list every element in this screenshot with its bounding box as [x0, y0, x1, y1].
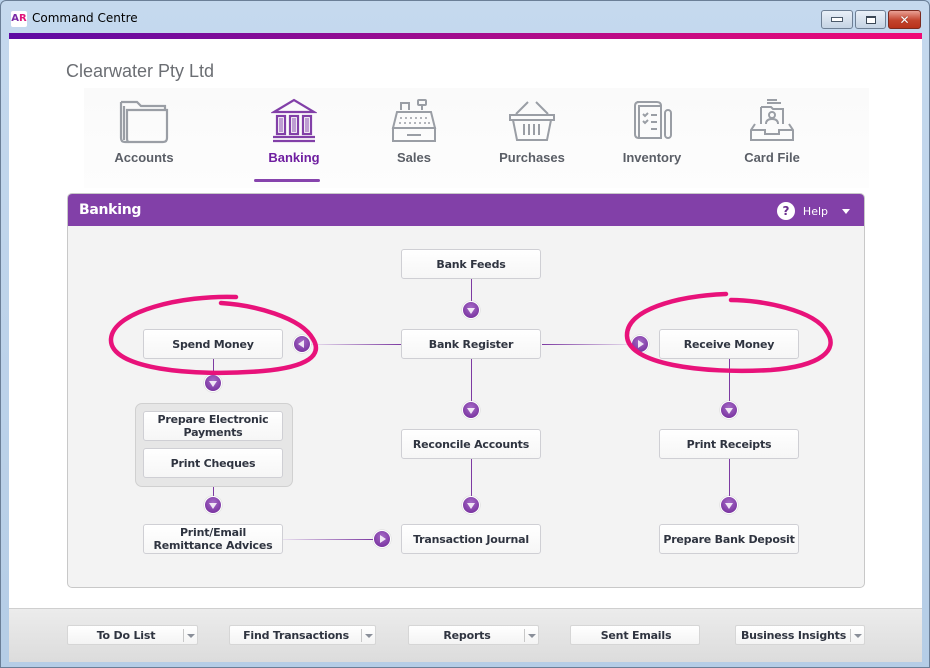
business-insights-button[interactable]: Business Insights	[735, 625, 865, 645]
arrow-left-icon	[293, 335, 311, 353]
arrow-down-icon	[720, 401, 738, 419]
bank-feeds-button[interactable]: Bank Feeds	[401, 249, 541, 279]
connector-line	[471, 278, 472, 303]
arrow-right-icon	[373, 530, 391, 548]
client-area: Clearwater Pty Ltd Accounts	[9, 33, 922, 661]
connector-line	[283, 539, 373, 540]
nav-item-purchases[interactable]: Purchases	[472, 98, 592, 190]
bottom-toolbar: To Do List Find Transactions Reports Sen…	[9, 608, 922, 662]
arrow-right-icon	[631, 335, 649, 353]
spend-money-button[interactable]: Spend Money	[143, 329, 283, 359]
nav-item-card-file[interactable]: Card File	[712, 98, 832, 190]
reports-label: Reports	[409, 629, 525, 642]
nav-label-purchases: Purchases	[472, 150, 592, 165]
to-do-list-button[interactable]: To Do List	[67, 625, 198, 645]
dropdown-caret-icon[interactable]	[854, 634, 862, 638]
prepare-electronic-payments-button[interactable]: Prepare Electronic Payments	[143, 411, 283, 441]
app-logo-letter-r: R	[19, 13, 27, 24]
command-centre-window: AR Command Centre ✕ Clearwater Pty Ltd A…	[0, 0, 930, 668]
arrow-down-icon	[462, 301, 480, 319]
checklist-icon	[629, 98, 675, 144]
reports-button[interactable]: Reports	[408, 625, 539, 645]
connector-line	[471, 459, 472, 497]
prepare-bank-deposit-button[interactable]: Prepare Bank Deposit	[659, 524, 799, 554]
arrow-down-icon	[720, 496, 738, 514]
to-do-list-label: To Do List	[68, 629, 184, 642]
nav-label-accounts: Accounts	[84, 150, 204, 165]
minimize-button[interactable]	[821, 10, 853, 29]
maximize-button[interactable]	[855, 10, 886, 29]
nav-item-inventory[interactable]: Inventory	[592, 98, 712, 190]
arrow-down-icon	[204, 374, 222, 392]
card-file-icon	[749, 98, 795, 144]
business-insights-label: Business Insights	[736, 629, 851, 642]
panel-header: Banking ? Help	[68, 194, 864, 226]
chevron-down-icon	[842, 209, 850, 214]
connector-line	[213, 359, 214, 375]
bank-register-button[interactable]: Bank Register	[401, 329, 541, 359]
help-icon: ?	[777, 202, 795, 220]
nav-label-inventory: Inventory	[592, 150, 712, 165]
transaction-journal-button[interactable]: Transaction Journal	[401, 524, 541, 554]
close-button[interactable]: ✕	[888, 10, 921, 29]
arrow-down-icon	[462, 496, 480, 514]
print-receipts-button[interactable]: Print Receipts	[659, 429, 799, 459]
help-label: Help	[803, 205, 828, 218]
connector-line	[311, 344, 401, 345]
print-cheques-button[interactable]: Print Cheques	[143, 448, 283, 478]
minimize-icon	[831, 17, 843, 22]
receive-money-button[interactable]: Receive Money	[659, 329, 799, 359]
help-menu[interactable]: ? Help	[777, 201, 850, 221]
cash-register-icon	[391, 98, 437, 144]
dropdown-caret-icon[interactable]	[365, 634, 373, 638]
banking-flowchart: Bank Feeds Bank Register Spend Money Rec…	[68, 226, 865, 588]
title-bar: AR Command Centre ✕	[1, 1, 929, 33]
close-icon: ✕	[899, 13, 909, 27]
window-title: Command Centre	[32, 11, 138, 25]
nav-item-sales[interactable]: Sales	[354, 98, 474, 190]
banking-panel: Banking ? Help Bank	[67, 193, 865, 588]
arrow-down-icon	[204, 496, 222, 514]
arrow-down-icon	[462, 401, 480, 419]
company-name: Clearwater Pty Ltd	[66, 61, 214, 82]
separator	[850, 629, 851, 642]
folder-icon	[117, 98, 171, 144]
separator	[183, 629, 184, 642]
sent-emails-label: Sent Emails	[571, 629, 701, 642]
app-logo-icon: AR	[11, 11, 27, 27]
accent-gradient-bar	[9, 33, 922, 39]
dropdown-caret-icon[interactable]	[187, 634, 195, 638]
nav-label-card-file: Card File	[712, 150, 832, 165]
nav-item-banking[interactable]: Banking	[234, 98, 354, 190]
active-tab-underline	[254, 179, 320, 182]
connector-line	[729, 359, 730, 402]
reconcile-accounts-button[interactable]: Reconcile Accounts	[401, 429, 541, 459]
connector-line	[729, 459, 730, 497]
find-transactions-label: Find Transactions	[230, 629, 362, 642]
find-transactions-button[interactable]: Find Transactions	[229, 625, 376, 645]
app-logo-letter-a: A	[11, 13, 19, 24]
module-nav: Accounts Banking	[84, 88, 869, 188]
panel-title: Banking	[79, 202, 141, 218]
bank-icon	[271, 98, 317, 144]
sent-emails-button[interactable]: Sent Emails	[570, 625, 700, 645]
nav-item-accounts[interactable]: Accounts	[84, 98, 204, 190]
separator	[524, 629, 525, 642]
nav-label-sales: Sales	[354, 150, 474, 165]
print-email-remittance-button[interactable]: Print/Email Remittance Advices	[143, 524, 283, 554]
connector-line	[542, 344, 632, 345]
dropdown-caret-icon[interactable]	[528, 634, 536, 638]
separator	[361, 629, 362, 642]
connector-line	[471, 359, 472, 402]
maximize-icon	[866, 16, 876, 24]
basket-icon	[508, 98, 556, 144]
nav-label-banking: Banking	[234, 150, 354, 165]
